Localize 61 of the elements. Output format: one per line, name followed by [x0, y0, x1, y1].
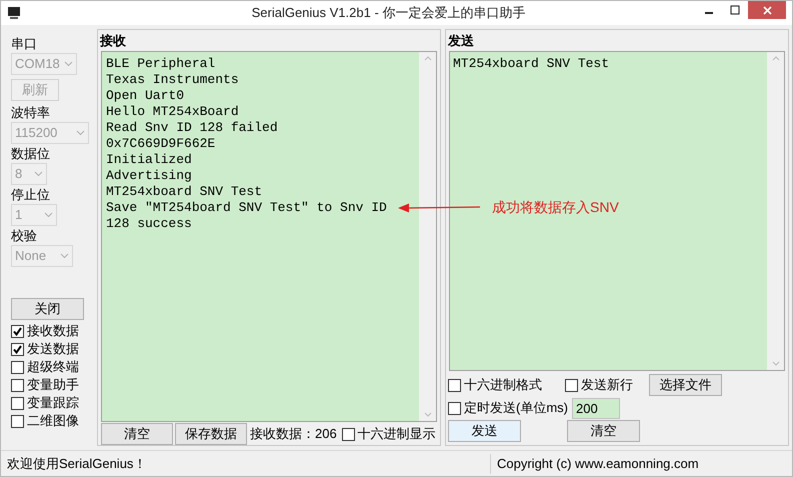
monitor-icon	[7, 6, 21, 20]
output-line: 128 success	[106, 216, 193, 232]
annotation-text: 成功将数据存入SNV	[492, 198, 619, 217]
field-label: 波特率	[11, 104, 51, 122]
checkbox[interactable]	[448, 402, 461, 414]
checkbox[interactable]	[342, 428, 355, 440]
output-line: MT254xboard SNV Test	[106, 184, 264, 200]
received-count: 接收数据：206	[250, 425, 337, 444]
output-line: Save "MT254board SNV Test" to Snv ID	[106, 200, 388, 216]
dropdown-chevron-icon	[64, 61, 73, 67]
checkbox-label: 二维图像	[27, 412, 79, 430]
output-line: Hello MT254xBoard	[106, 104, 240, 120]
receive-text-area[interactable]: BLE Peripheral Texas Instruments Open Uart0 Hello MT254xBoard Read Snv ID 128 failed 0x7C669D9F662E Initialized Advertising MT254xboard SNV Test Save "MT254board SNV Test" to Snv ID 128 success	[102, 52, 419, 421]
maximize-icon	[730, 5, 740, 15]
checkbox-label: 变量跟踪	[27, 394, 79, 412]
field-label: 停止位	[11, 186, 51, 204]
checkbox-label: 发送新行	[581, 376, 633, 394]
dropdown-chevron-icon	[44, 212, 53, 218]
copyright-text: Copyright (c) www.eamonning.com	[490, 454, 792, 474]
checkbox-label: 超级终端	[27, 358, 79, 376]
clear-button[interactable]: 清空	[567, 420, 640, 442]
field-label: 数据位	[11, 145, 51, 163]
output-line: Initialized	[106, 152, 193, 168]
output-line: Open Uart0	[106, 88, 186, 104]
panel-title: 接收	[98, 32, 127, 50]
checkbox-label: 变量助手	[27, 376, 79, 394]
checkbox[interactable]	[11, 378, 24, 392]
panel-title: 发送	[446, 32, 475, 50]
dropdown-chevron-icon	[76, 130, 85, 136]
checkbox[interactable]	[11, 342, 24, 356]
clear-button[interactable]: 清空	[101, 423, 173, 445]
field-label: 串口	[11, 35, 38, 53]
close-icon	[762, 6, 772, 14]
output-line: 0x7C669D9F662E	[106, 136, 216, 152]
close-button[interactable]	[748, 1, 786, 19]
dropdown-chevron-icon	[34, 171, 43, 177]
window-title: SerialGenius V1.2b1 - 你一定会爱上的串口助手	[252, 4, 526, 22]
output-line: Read Snv ID 128 failed	[106, 120, 279, 136]
checkbox[interactable]	[565, 378, 578, 392]
checkbox-label: 发送数据	[27, 340, 79, 358]
output-line: Advertising	[106, 168, 193, 184]
output-line: Texas Instruments	[106, 72, 240, 88]
checkbox-label: 十六进制格式	[464, 376, 542, 394]
checkbox[interactable]	[11, 396, 24, 410]
status-message: 欢迎使用SerialGenius！	[6, 454, 148, 473]
output-line: BLE Peripheral	[106, 56, 216, 72]
close-port-button[interactable]: 关闭	[11, 298, 84, 320]
checkbox-label: 十六进制显示	[358, 425, 436, 444]
checkbox[interactable]	[448, 378, 461, 392]
checkbox[interactable]	[11, 324, 24, 338]
field-label: 校验	[11, 227, 38, 245]
choose-file-button[interactable]: 选择文件	[649, 374, 722, 396]
checkbox[interactable]	[11, 360, 24, 374]
send-button[interactable]: 发送	[448, 420, 521, 442]
save-data-button[interactable]: 保存数据	[175, 423, 247, 445]
interval-field[interactable]: 200	[572, 398, 620, 418]
checkbox[interactable]	[11, 414, 24, 428]
checkbox-label: 接收数据	[27, 322, 79, 340]
checkbox-label: 定时发送(单位ms)	[464, 399, 568, 418]
dropdown-chevron-icon	[60, 253, 69, 259]
minimize-icon	[705, 12, 713, 14]
